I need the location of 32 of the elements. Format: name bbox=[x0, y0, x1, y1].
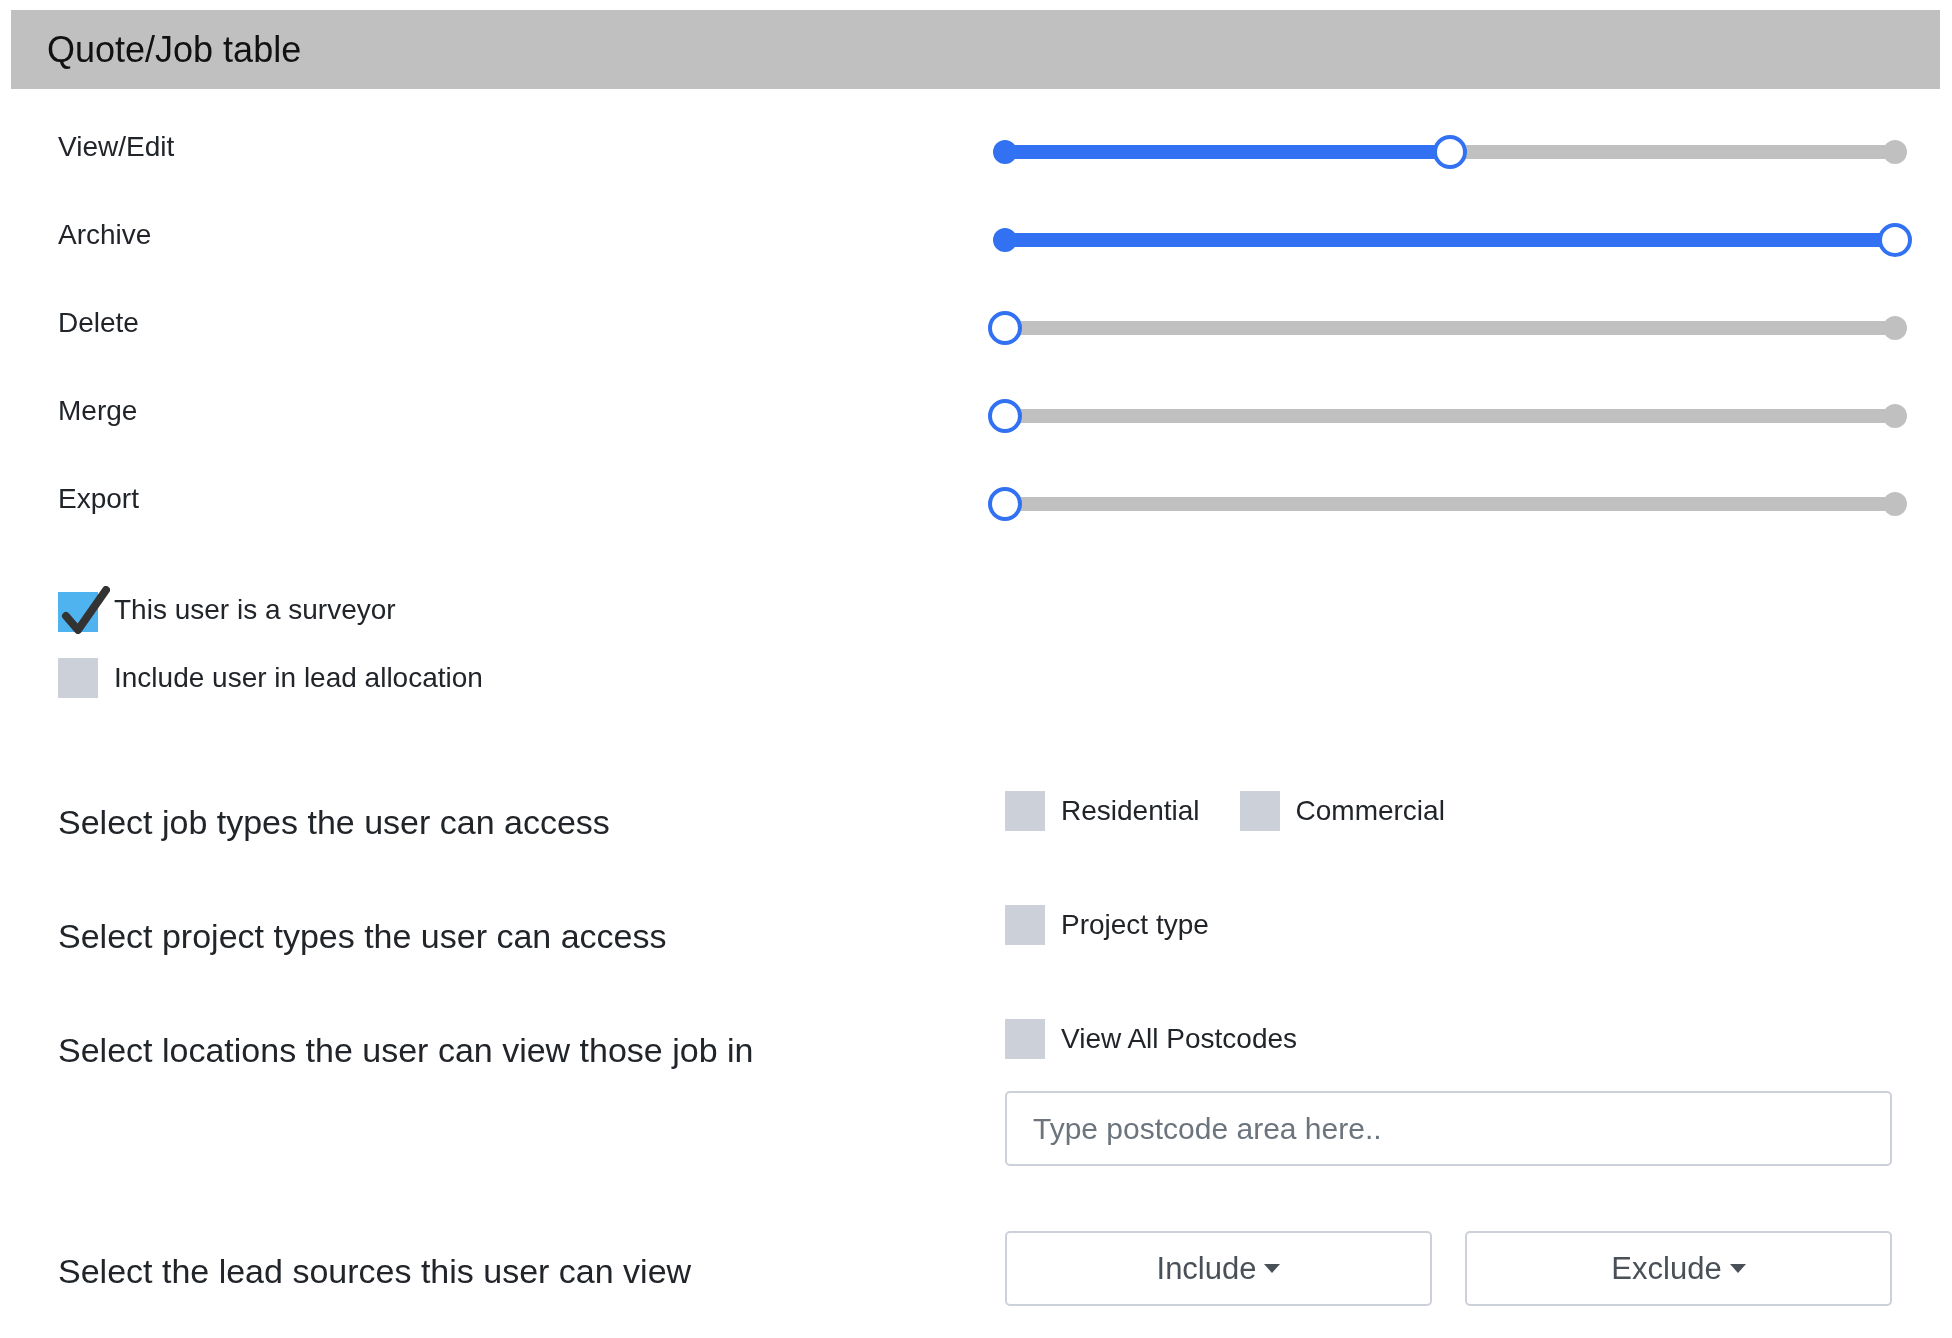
postcode-field[interactable]: Type postcode area here.. bbox=[1005, 1091, 1892, 1166]
checkbox[interactable] bbox=[1005, 905, 1045, 945]
checkbox[interactable] bbox=[1005, 791, 1045, 831]
slider-thumb[interactable] bbox=[988, 311, 1022, 345]
checkbox-label: View All Postcodes bbox=[1061, 1023, 1298, 1055]
permission-label: Export bbox=[58, 483, 140, 515]
permission-label: Delete bbox=[58, 307, 140, 339]
checkbox[interactable] bbox=[58, 586, 110, 634]
slider-thumb[interactable] bbox=[1433, 135, 1467, 169]
section-heading: Select project types the user can access bbox=[58, 916, 668, 956]
slider-thumb[interactable] bbox=[988, 399, 1022, 433]
checkbox[interactable] bbox=[1005, 1019, 1045, 1059]
checkbox[interactable] bbox=[58, 658, 98, 698]
dropdown-button[interactable]: Include bbox=[1005, 1231, 1432, 1306]
section-heading: Select the lead sources this user can view bbox=[58, 1251, 693, 1291]
section-title: Quote/Job table bbox=[47, 28, 302, 71]
checkbox[interactable] bbox=[1239, 791, 1280, 831]
permission-label: View/Edit bbox=[58, 131, 176, 163]
permission-label: Archive bbox=[58, 219, 153, 251]
section-heading: Select locations the user can view those job in bbox=[58, 1030, 755, 1070]
checkbox-label: Include user in lead allocation bbox=[114, 662, 483, 694]
caret-icon bbox=[1264, 1263, 1281, 1274]
section-heading: Select job types the user can access bbox=[58, 802, 611, 842]
checkbox-label: Project type bbox=[1061, 909, 1209, 941]
checkbox-label: Residential bbox=[1061, 795, 1200, 827]
dropdown-button[interactable]: Exclude bbox=[1465, 1231, 1892, 1306]
caret-icon bbox=[1729, 1263, 1746, 1274]
slider-thumb[interactable] bbox=[1878, 223, 1912, 257]
slider-thumb[interactable] bbox=[988, 487, 1022, 521]
checkbox-label: Commercial bbox=[1295, 795, 1445, 827]
permission-label: Merge bbox=[58, 395, 139, 427]
checkbox-label: This user is a surveyor bbox=[114, 594, 396, 626]
